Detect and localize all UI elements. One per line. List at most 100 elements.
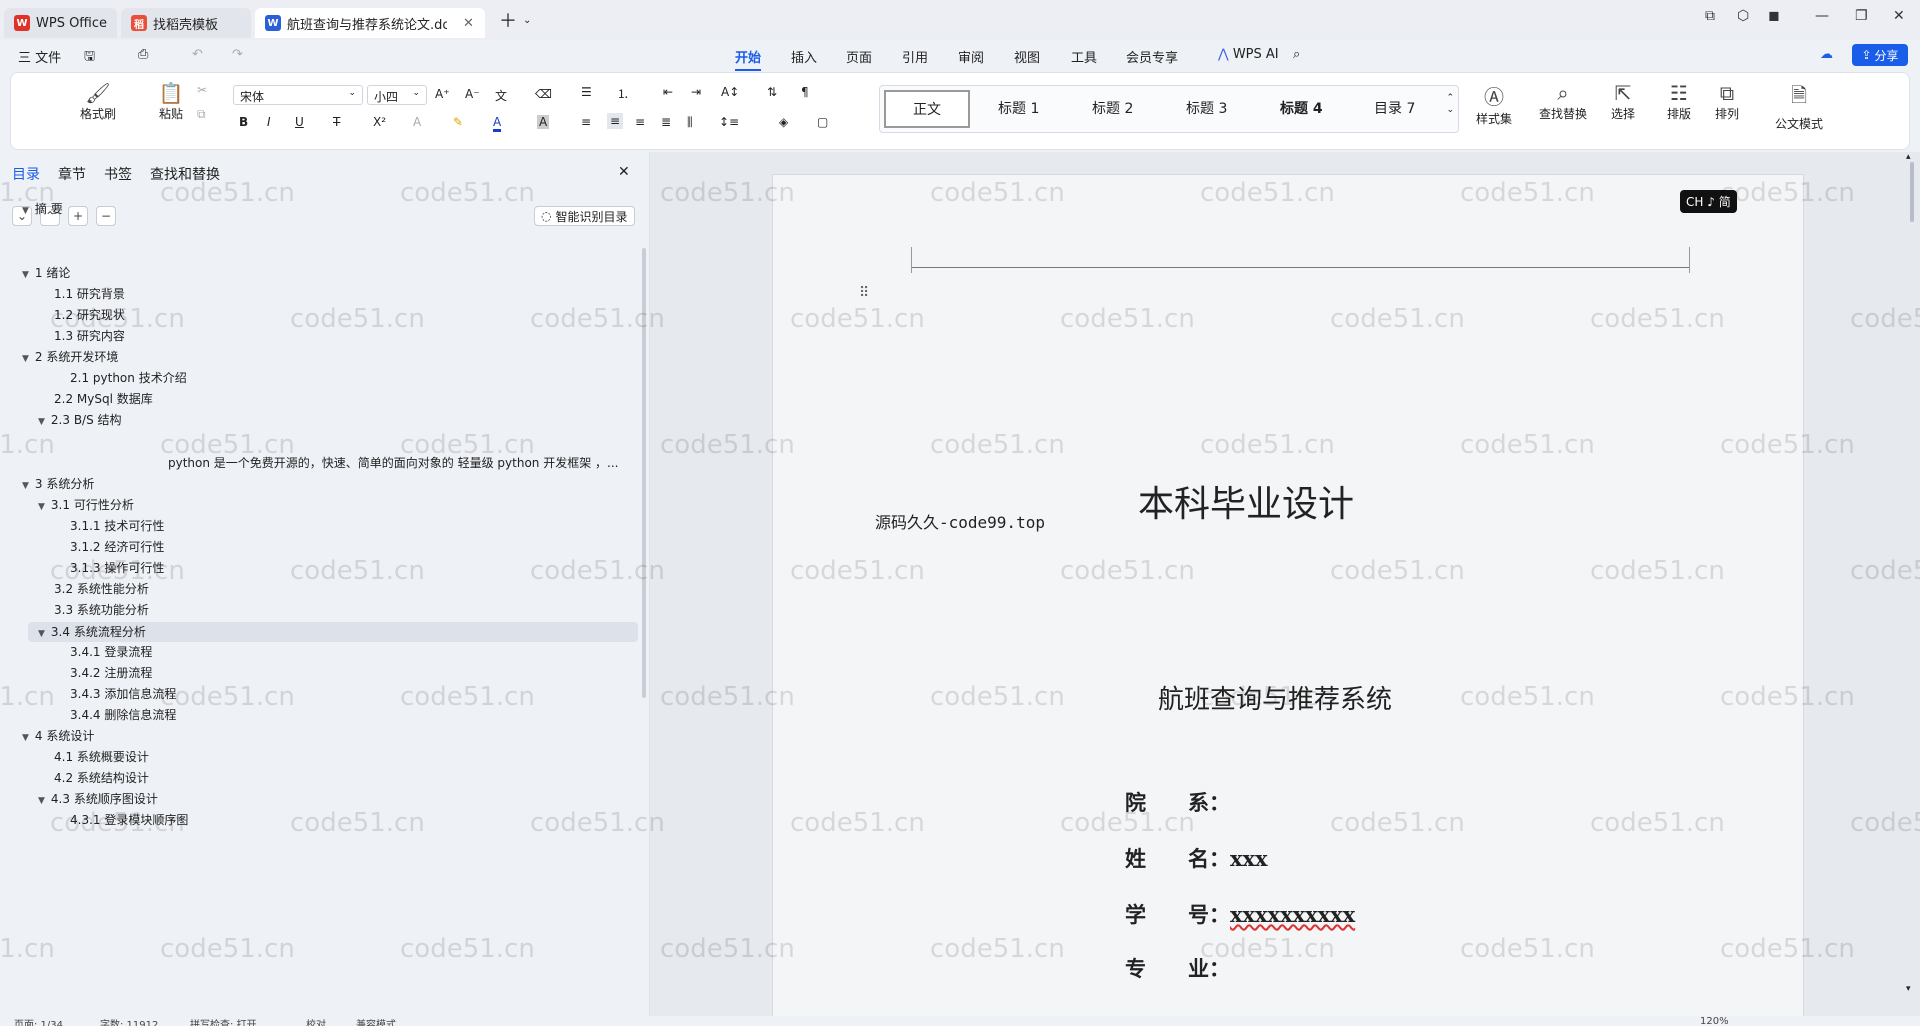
toc-item[interactable]: 1.3 研究内容: [38, 327, 125, 344]
toc-item[interactable]: ▼ 摘 要: [22, 200, 63, 217]
menu-tools[interactable]: 工具: [1071, 47, 1097, 66]
ime-badge[interactable]: CH ♪ 简: [1680, 190, 1737, 213]
align-center-icon[interactable]: ≡: [607, 113, 624, 129]
toc-item[interactable]: python 是一个免费开源的，快速、简单的面向对象的 轻量级 python 开…: [168, 454, 618, 471]
official-mode-button[interactable]: 🗎 公文模式: [1769, 81, 1829, 132]
arrange-button[interactable]: ⧉ 排列: [1707, 81, 1747, 122]
toc-item[interactable]: ▼ 4.3 系统顺序图设计: [38, 790, 158, 807]
expand-caret-icon[interactable]: ▼: [22, 206, 29, 216]
close-icon[interactable]: ✕: [463, 16, 474, 31]
minimize-icon[interactable]: —: [1815, 8, 1829, 24]
tab-wps-office[interactable]: W WPS Office: [4, 8, 118, 38]
tab-toc[interactable]: 目录: [12, 164, 40, 184]
toc-item[interactable]: 3.1.1 技术可行性: [54, 517, 164, 534]
smart-toc-button[interactable]: ◌ 智能识别目录: [534, 206, 635, 226]
text-effect-icon[interactable]: A: [413, 115, 421, 129]
remove-level-button[interactable]: −: [96, 206, 116, 226]
tab-bookmarks[interactable]: 书签: [104, 164, 132, 184]
sort-icon[interactable]: ⇅: [767, 85, 777, 99]
file-menu[interactable]: 三 文件: [18, 47, 61, 66]
expand-caret-icon[interactable]: ▼: [22, 481, 29, 491]
gallery-scroll-icon[interactable]: ⌃ ⌄: [1446, 92, 1454, 116]
underline-icon[interactable]: U: [295, 115, 304, 129]
undo-icon[interactable]: ↶: [192, 47, 203, 62]
tile-window-icon[interactable]: ⧉: [1705, 8, 1715, 24]
chevron-down-icon[interactable]: ⌄: [523, 15, 531, 26]
grow-font-icon[interactable]: A⁺: [435, 87, 450, 101]
menu-page[interactable]: 页面: [846, 47, 872, 66]
menu-view[interactable]: 视图: [1014, 47, 1040, 66]
italic-icon[interactable]: I: [267, 115, 271, 129]
tab-find-replace[interactable]: 查找和替换: [150, 164, 220, 184]
eraser-icon[interactable]: ⌫: [535, 87, 552, 101]
align-left-icon[interactable]: ≡: [581, 115, 591, 129]
indent-icon[interactable]: ⇥: [691, 85, 701, 99]
style-heading-3[interactable]: 标题 3: [1186, 98, 1227, 118]
close-window-icon[interactable]: ✕: [1893, 8, 1905, 24]
style-heading-2[interactable]: 标题 2: [1092, 98, 1133, 118]
style-normal[interactable]: 正文: [884, 90, 970, 128]
shading-icon[interactable]: ◈: [779, 115, 788, 129]
expand-caret-icon[interactable]: ▼: [22, 354, 29, 364]
add-level-button[interactable]: +: [68, 206, 88, 226]
menu-member[interactable]: 会员专享: [1126, 47, 1178, 66]
char-shading-icon[interactable]: A: [537, 115, 550, 129]
strikethrough-icon[interactable]: T: [333, 115, 340, 129]
toc-item[interactable]: ▼ 3.1 可行性分析: [38, 496, 134, 513]
distribute-icon[interactable]: ⫼: [687, 115, 693, 130]
menu-home[interactable]: 开始: [735, 47, 762, 71]
border-icon[interactable]: ▢: [817, 115, 828, 129]
toc-item[interactable]: 2.1 python 技术介绍: [54, 369, 187, 386]
toc-item[interactable]: 3.3 系统功能分析: [38, 601, 149, 618]
scroll-up-icon[interactable]: ▴: [1906, 152, 1911, 162]
outdent-icon[interactable]: ⇤: [663, 85, 673, 99]
toc-item[interactable]: 3.4.1 登录流程: [54, 643, 152, 660]
font-size-select[interactable]: 小四 ⌄: [367, 85, 427, 105]
font-name-select[interactable]: 宋体 ⌄: [233, 85, 363, 105]
menu-references[interactable]: 引用: [902, 47, 928, 66]
expand-caret-icon[interactable]: ▼: [22, 733, 29, 743]
toc-item[interactable]: 2.2 MySql 数据库: [38, 390, 153, 407]
page-count[interactable]: 页面: 1/34: [14, 1016, 63, 1026]
number-list-icon[interactable]: ⒈: [617, 85, 629, 102]
style-toc-7[interactable]: 目录 7: [1374, 98, 1415, 118]
bold-icon[interactable]: B: [239, 115, 248, 129]
align-right-icon[interactable]: ≡: [635, 115, 645, 129]
select-button[interactable]: ⇱ 选择: [1603, 81, 1643, 122]
toc-item[interactable]: ▼ 3 系统分析: [22, 475, 94, 492]
layout-button[interactable]: ☷ 排版: [1659, 81, 1699, 122]
avatar[interactable]: ◼: [1768, 8, 1780, 24]
cut-icon[interactable]: ✂: [197, 83, 207, 97]
toc-item[interactable]: 4.1 系统概要设计: [38, 748, 149, 765]
toc-item[interactable]: 1.2 研究现状: [38, 306, 125, 323]
toc-item[interactable]: ▼ 2.3 B/S 结构: [38, 411, 122, 428]
new-tab-icon[interactable]: ＋: [499, 7, 517, 33]
bullet-list-icon[interactable]: ☰: [581, 85, 592, 99]
copy-icon[interactable]: ⧉: [197, 107, 206, 122]
text-direction-icon[interactable]: A↕: [721, 85, 739, 99]
paste-button[interactable]: 📋 粘贴: [151, 81, 191, 122]
toc-item[interactable]: 3.4.2 注册流程: [54, 664, 152, 681]
toc-item[interactable]: ▼ 3.4 系统流程分析: [28, 622, 638, 642]
maximize-icon[interactable]: ❐: [1855, 8, 1868, 24]
style-set-button[interactable]: Ⓐ 样式集: [1469, 81, 1519, 127]
toc-item[interactable]: 3.4.3 添加信息流程: [54, 685, 176, 702]
scrollbar[interactable]: [642, 248, 646, 698]
expand-caret-icon[interactable]: ▼: [38, 624, 45, 644]
tab-chapters[interactable]: 章节: [58, 164, 86, 184]
close-icon[interactable]: ✕: [618, 164, 630, 180]
cloud-icon[interactable]: ☁: [1820, 47, 1833, 62]
toc-item[interactable]: 3.4.4 删除信息流程: [54, 706, 176, 723]
expand-caret-icon[interactable]: ▼: [38, 417, 45, 427]
word-count[interactable]: 字数: 11912: [100, 1016, 158, 1026]
toc-item[interactable]: ▼ 1 绪论: [22, 264, 70, 281]
zoom-level[interactable]: 120%: [1700, 1016, 1729, 1026]
tab-docer[interactable]: 稻 找稻壳模板: [121, 8, 252, 38]
style-heading-1[interactable]: 标题 1: [998, 98, 1039, 118]
toc-item[interactable]: ▼ 2 系统开发环境: [22, 348, 118, 365]
menu-review[interactable]: 审阅: [958, 47, 984, 66]
redo-icon[interactable]: ↷: [232, 47, 243, 62]
toc-item[interactable]: 3.2 系统性能分析: [38, 580, 149, 597]
save-icon[interactable]: 🖫: [84, 47, 95, 69]
move-handle-icon[interactable]: ⠿: [859, 285, 869, 301]
